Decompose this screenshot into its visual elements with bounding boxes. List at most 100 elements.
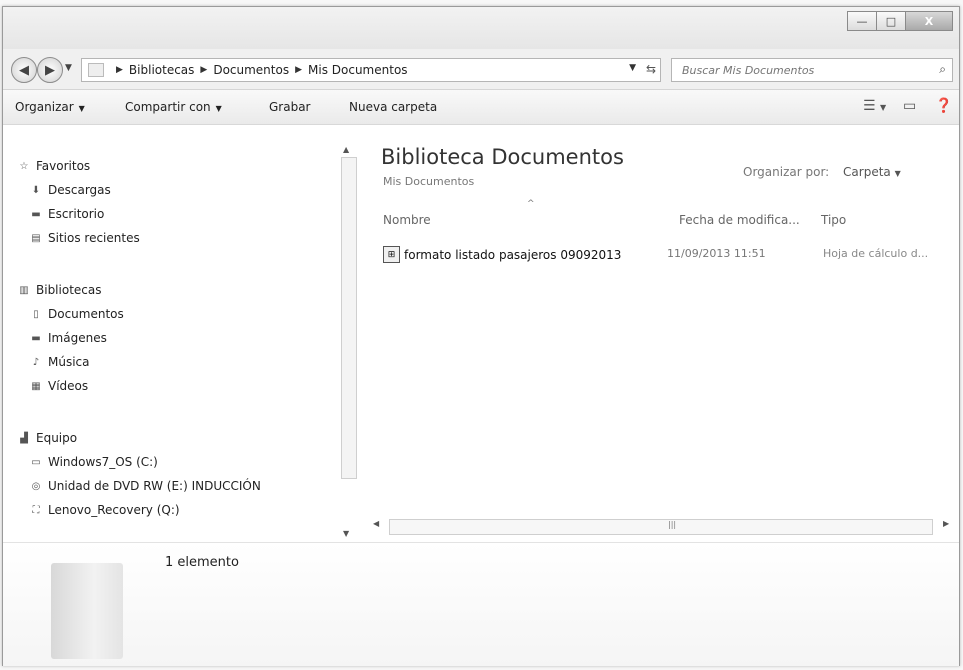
column-header-date[interactable]: Fecha de modifica... <box>679 213 800 227</box>
sidebar-item-label: Lenovo_Recovery (Q:) <box>48 503 180 517</box>
chevron-down-icon: ▼ <box>78 104 85 113</box>
libraries-icon: ▥ <box>19 284 29 296</box>
sidebar-item-label: Sitios recientes <box>48 231 140 245</box>
organize-menu[interactable]: Organizar ▼ <box>15 100 85 114</box>
column-header-name[interactable]: Nombre <box>383 213 431 227</box>
sidebar-item-label: Escritorio <box>48 207 105 221</box>
title-bar: — □ X <box>3 7 959 49</box>
sidebar-item-favorites[interactable]: ☆ Favoritos <box>17 159 91 173</box>
sidebar-item-recovery-drive[interactable]: ⛶ Lenovo_Recovery (Q:) <box>29 503 180 517</box>
breadcrumb-separator-icon[interactable]: ▶ <box>116 65 123 75</box>
breadcrumb-bibliotecas[interactable]: Bibliotecas <box>129 63 194 77</box>
arrange-by-dropdown[interactable]: Carpeta ▼ <box>843 165 901 179</box>
search-input[interactable] <box>680 62 924 78</box>
sidebar-item-label: Unidad de DVD RW (E:) INDUCCIÓN <box>48 479 261 493</box>
recovery-drive-icon: ⛶ <box>32 504 40 516</box>
sidebar-item-drive-c[interactable]: ▭ Windows7_OS (C:) <box>29 455 158 469</box>
column-header-type[interactable]: Tipo <box>821 213 846 227</box>
sidebar-item-label: Vídeos <box>48 379 89 393</box>
desktop-icon: ▬ <box>31 208 41 220</box>
library-subtitle: Mis Documentos <box>383 175 475 188</box>
views-icon[interactable]: ☰ ▼ <box>863 98 886 114</box>
forward-button[interactable]: ▶ <box>37 57 63 83</box>
maximize-button[interactable]: □ <box>876 11 905 31</box>
sidebar-item-label: Documentos <box>48 307 124 321</box>
minimize-icon: — <box>856 14 868 28</box>
scroll-right-icon[interactable]: ▶ <box>943 519 949 528</box>
file-name-cell[interactable]: ⊞ formato listado pasajeros 09092013 <box>383 246 621 263</box>
library-thumbnail-icon <box>51 563 123 659</box>
close-button[interactable]: X <box>905 11 953 31</box>
address-history-dropdown[interactable]: ▼ <box>629 63 636 73</box>
search-icon[interactable]: ⌕ <box>939 62 946 77</box>
maximize-icon: □ <box>885 14 897 28</box>
sidebar-item-label: Equipo <box>36 431 78 445</box>
share-label: Compartir con <box>125 100 211 114</box>
sidebar-item-desktop[interactable]: ▬ Escritorio <box>29 207 104 221</box>
page-title: Biblioteca Documentos <box>381 145 624 169</box>
sidebar-item-label: Bibliotecas <box>36 283 102 297</box>
scroll-grip-icon: ||| <box>668 520 677 529</box>
breadcrumb-mis-documentos[interactable]: Mis Documentos <box>308 63 408 77</box>
spreadsheet-icon: ⊞ <box>383 246 400 263</box>
video-icon: ▦ <box>31 380 41 392</box>
breadcrumb-documentos[interactable]: Documentos <box>213 63 289 77</box>
minimize-button[interactable]: — <box>847 11 876 31</box>
recent-places-icon: ▤ <box>31 232 41 244</box>
sidebar-item-videos[interactable]: ▦ Vídeos <box>29 379 88 393</box>
arrange-by: Organizar por: Carpeta ▼ <box>743 165 901 179</box>
search-box[interactable]: ⌕ <box>671 58 953 82</box>
recent-pages-dropdown[interactable]: ▼ <box>65 63 72 73</box>
arrange-by-value: Carpeta <box>843 165 891 179</box>
item-count: 1 elemento <box>165 555 239 570</box>
preview-pane-icon[interactable]: ▭ <box>903 98 916 114</box>
sort-indicator-icon: ^ <box>527 199 535 209</box>
sidebar-item-computer[interactable]: ▟ Equipo <box>17 431 77 445</box>
sidebar-item-label: Música <box>48 355 90 369</box>
horizontal-scrollbar[interactable]: ◀ ||| ▶ <box>373 513 959 535</box>
breadcrumb-separator-icon[interactable]: ▶ <box>295 65 302 75</box>
organize-label: Organizar <box>15 100 74 114</box>
sidebar-item-music[interactable]: ♪ Música <box>29 355 90 369</box>
chevron-down-icon: ▼ <box>894 169 901 178</box>
sidebar-item-pictures[interactable]: ▬ Imágenes <box>29 331 107 345</box>
help-icon[interactable]: ❓ <box>935 98 952 114</box>
explorer-window: — □ X ◀ ▶ ▼ ▶ Bibliotecas ▶ Documentos ▶… <box>2 6 960 666</box>
forward-arrow-icon: ▶ <box>45 62 55 78</box>
computer-icon: ▟ <box>20 432 28 444</box>
address-bar: ◀ ▶ ▼ ▶ Bibliotecas ▶ Documentos ▶ Mis D… <box>3 49 959 90</box>
breadcrumb[interactable]: ▶ Bibliotecas ▶ Documentos ▶ Mis Documen… <box>81 58 661 82</box>
table-row[interactable]: ⊞ formato listado pasajeros 09092013 11/… <box>383 243 953 265</box>
sidebar-item-dvd-drive[interactable]: ◎ Unidad de DVD RW (E:) INDUCCIÓN <box>29 479 261 493</box>
sidebar-item-recent-places[interactable]: ▤ Sitios recientes <box>29 231 140 245</box>
nav-scroll-down-icon[interactable]: ▼ <box>343 529 349 538</box>
hard-drive-icon: ▭ <box>31 456 41 468</box>
breadcrumb-separator-icon[interactable]: ▶ <box>200 65 207 75</box>
burn-button[interactable]: Grabar <box>269 100 311 114</box>
nav-scroll-up-icon[interactable]: ▲ <box>343 145 349 154</box>
sidebar-item-label: Favoritos <box>36 159 91 173</box>
navigation-pane: ☆ Favoritos ⬇ Descargas ▬ Escritorio ▤ Sitio… <box>3 125 351 541</box>
file-name: formato listado pasajeros 09092013 <box>404 247 622 262</box>
back-button[interactable]: ◀ <box>11 57 37 83</box>
file-type-cell: Hoja de cálculo d... <box>823 247 929 260</box>
scroll-track[interactable]: ||| <box>389 519 933 535</box>
sidebar-item-label: Imágenes <box>48 331 107 345</box>
document-icon: ▯ <box>33 308 39 320</box>
refresh-icon[interactable]: ⇆ <box>646 62 656 76</box>
details-pane: 1 elemento <box>3 542 959 666</box>
sidebar-item-downloads[interactable]: ⬇ Descargas <box>29 183 111 197</box>
dvd-drive-icon: ◎ <box>31 480 41 492</box>
arrange-by-label: Organizar por: <box>743 165 830 179</box>
pictures-icon: ▬ <box>31 332 41 344</box>
library-icon <box>88 63 104 77</box>
music-icon: ♪ <box>32 356 40 368</box>
share-menu[interactable]: Compartir con ▼ <box>125 100 222 114</box>
sidebar-item-libraries[interactable]: ▥ Bibliotecas <box>17 283 101 297</box>
sidebar-item-documents[interactable]: ▯ Documentos <box>29 307 124 321</box>
new-folder-button[interactable]: Nueva carpeta <box>349 100 437 114</box>
file-list-pane: Biblioteca Documentos Mis Documentos Org… <box>363 125 959 541</box>
scroll-left-icon[interactable]: ◀ <box>373 519 379 528</box>
navigation-scrollbar[interactable] <box>341 157 357 479</box>
caption-buttons: — □ X <box>847 11 953 31</box>
